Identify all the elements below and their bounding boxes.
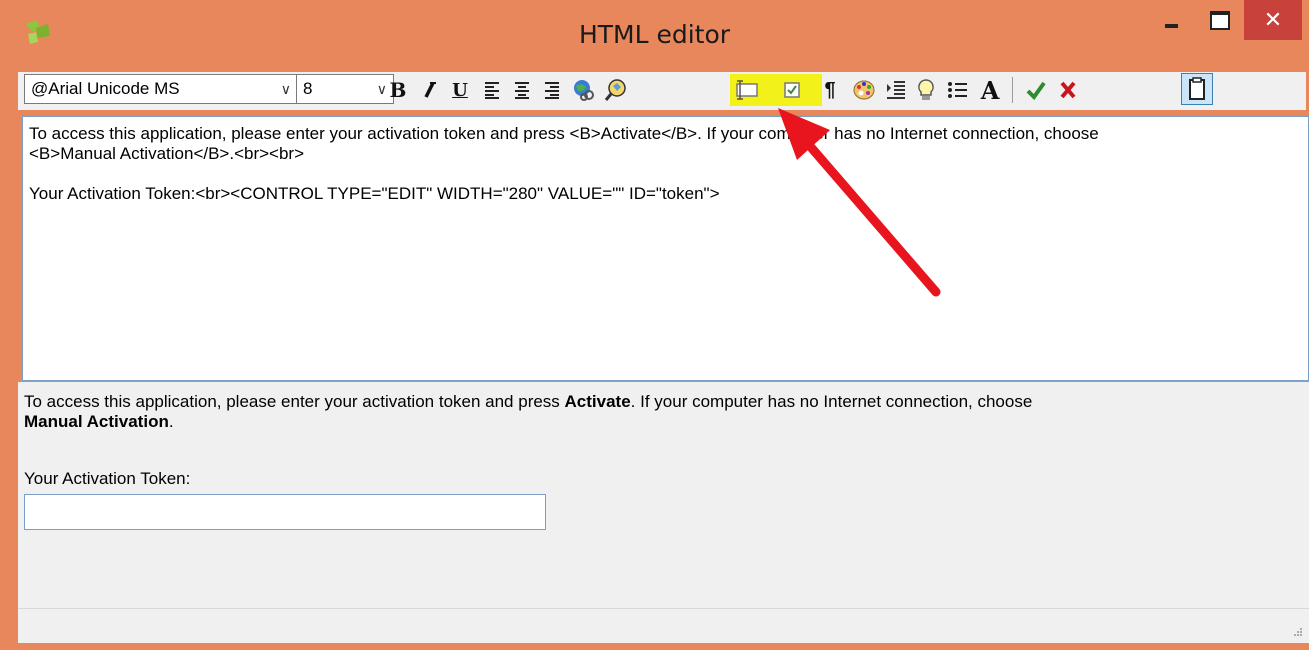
align-left-icon	[485, 82, 499, 99]
italic-icon	[424, 82, 436, 98]
align-right-button[interactable]	[538, 75, 566, 105]
font-size-value: 8	[303, 79, 313, 98]
close-icon: ✕	[1263, 7, 1283, 33]
palette-icon	[853, 80, 875, 100]
pilcrow-icon: ¶	[824, 78, 836, 101]
minimize-icon	[1164, 24, 1178, 28]
align-right-icon	[545, 82, 559, 99]
window-title: HTML editor	[578, 20, 731, 49]
preview-bold-manual-activation: Manual Activation	[24, 412, 169, 431]
indent-icon	[887, 81, 905, 99]
lightbulb-icon	[918, 79, 934, 100]
source-line: To access this application, please enter…	[29, 124, 1099, 143]
chevron-down-icon: ∨	[280, 81, 291, 97]
bullet-list-icon	[948, 82, 967, 98]
insert-checkbox-control-button[interactable]	[778, 75, 806, 105]
html-source-editor[interactable]: To access this application, please enter…	[22, 116, 1309, 381]
align-center-icon	[515, 82, 529, 99]
preview-bold-activate: Activate	[564, 392, 631, 411]
token-label: Your Activation Token:	[24, 469, 191, 488]
clipboard-toggle-button[interactable]	[1181, 73, 1213, 105]
tip-button[interactable]	[912, 75, 940, 105]
activation-token-input[interactable]	[24, 494, 546, 530]
paragraph-button[interactable]: ¶	[816, 75, 844, 105]
insert-image-button[interactable]	[602, 75, 630, 105]
checkbox-icon	[784, 82, 800, 98]
font-size-select[interactable]: 8 ∨	[296, 74, 394, 104]
formatting-toolbar: @Arial Unicode MS ∨ 8 ∨ B U ¶ A	[18, 72, 1306, 110]
edit-field-icon	[736, 80, 758, 100]
red-x-icon	[1060, 81, 1076, 99]
align-left-button[interactable]	[478, 75, 506, 105]
close-button[interactable]: ✕	[1244, 0, 1302, 40]
checkmark-icon	[1026, 81, 1046, 100]
image-search-icon	[604, 79, 626, 101]
title-bar[interactable]: HTML editor ✕	[0, 0, 1309, 62]
font-family-select[interactable]: @Arial Unicode MS ∨	[24, 74, 298, 104]
align-center-button[interactable]	[508, 75, 536, 105]
apply-button[interactable]	[1022, 75, 1050, 105]
clipboard-icon	[1189, 77, 1205, 100]
cancel-button[interactable]	[1054, 75, 1082, 105]
underline-button[interactable]: U	[446, 75, 474, 105]
source-line: <B>Manual Activation</B>.<br><br>	[29, 144, 305, 163]
font-a-icon: A	[980, 75, 1000, 105]
globe-link-icon	[574, 80, 594, 101]
underline-icon: U	[452, 79, 468, 101]
insert-link-button[interactable]	[570, 75, 598, 105]
maximize-icon	[1210, 10, 1230, 30]
status-bar	[18, 608, 1309, 643]
bold-button[interactable]: B	[384, 75, 412, 105]
bold-icon: B	[389, 78, 407, 102]
italic-button[interactable]	[416, 75, 444, 105]
preview-paragraph: To access this application, please enter…	[24, 392, 1033, 431]
font-family-value: @Arial Unicode MS	[31, 79, 180, 98]
font-style-button[interactable]: A	[976, 75, 1004, 105]
source-line: Your Activation Token:<br><CONTROL TYPE=…	[29, 184, 720, 203]
insert-edit-control-button[interactable]	[732, 75, 760, 105]
indent-button[interactable]	[882, 75, 910, 105]
minimize-button[interactable]	[1146, 0, 1196, 40]
bullet-list-button[interactable]	[944, 75, 972, 105]
html-editor-window: HTML editor ✕ @Arial Unicode MS ∨ 8 ∨ B …	[0, 0, 1309, 650]
html-preview-pane: To access this application, please enter…	[18, 382, 1309, 608]
color-button[interactable]	[850, 75, 878, 105]
maximize-button[interactable]	[1196, 0, 1244, 40]
resize-grip-icon[interactable]	[1293, 627, 1303, 637]
toolbar-separator	[1012, 77, 1013, 103]
